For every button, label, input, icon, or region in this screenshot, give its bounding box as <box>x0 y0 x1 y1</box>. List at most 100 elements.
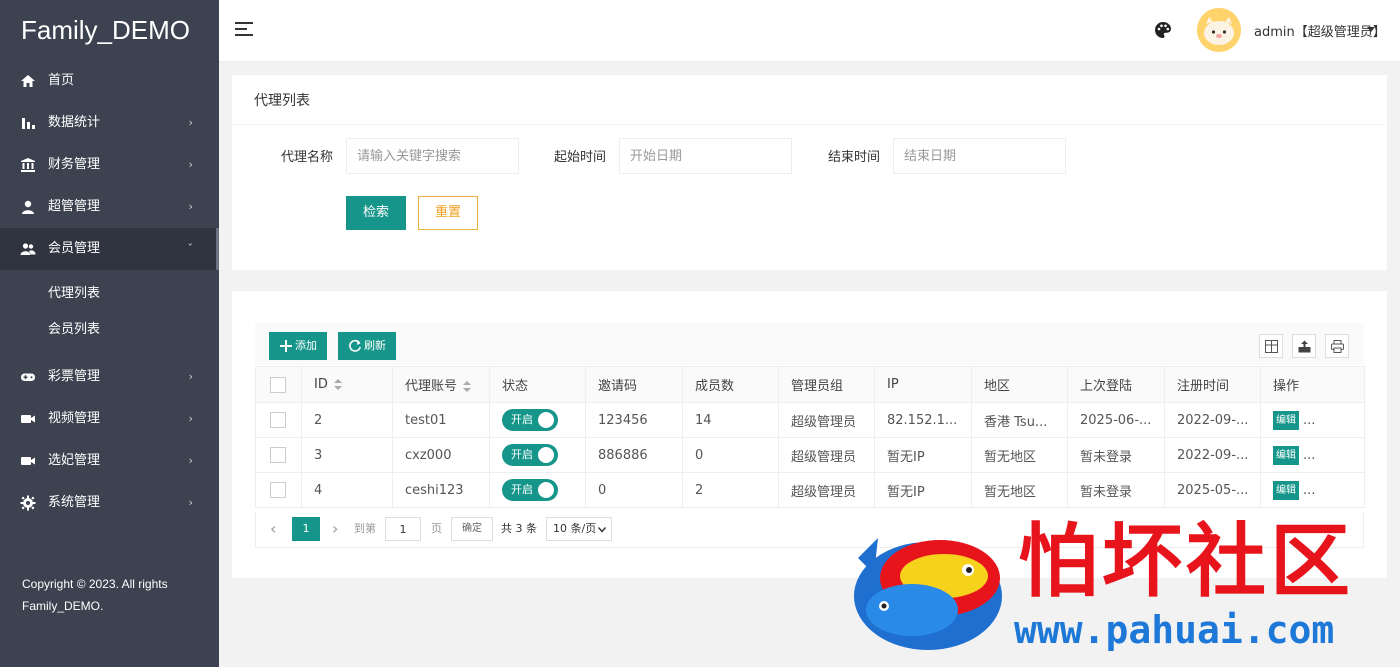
row-checkbox[interactable] <box>270 447 286 463</box>
user-menu[interactable]: admin【超级管理员】 <box>1254 21 1386 40</box>
menu-toggle-icon[interactable] <box>235 22 253 36</box>
sidebar-item-lottery[interactable]: 彩票管理 › <box>0 356 219 398</box>
sidebar-item-stats[interactable]: 数据统计 › <box>0 102 219 144</box>
next-page-button[interactable]: › <box>332 517 338 541</box>
add-button-label: 添加 <box>295 339 317 352</box>
gamepad-icon <box>21 373 35 381</box>
sidebar-subitem-member-list[interactable]: 会员列表 <box>0 312 219 348</box>
sidebar-subitem-agent-list[interactable]: 代理列表 <box>0 276 219 312</box>
watermark: 怕坏社区 www.pahuai.com <box>848 515 1378 666</box>
edit-button[interactable]: 编辑 <box>1273 410 1299 430</box>
cell-invite-code: 0 <box>585 472 683 508</box>
start-date-input[interactable] <box>619 138 792 174</box>
print-icon <box>1331 340 1344 353</box>
chevron-right-icon: › <box>188 412 193 425</box>
card-title: 代理列表 <box>232 75 1387 125</box>
col-header-id[interactable]: ID <box>301 366 393 403</box>
status-toggle[interactable]: 开启 <box>502 444 558 466</box>
bar-chart-icon <box>22 118 35 129</box>
sidebar-item-consort[interactable]: 选妃管理 › <box>0 440 219 482</box>
status-toggle[interactable]: 开启 <box>502 479 558 501</box>
top-header: admin【超级管理员】 <box>219 0 1400 62</box>
status-toggle[interactable]: 开启 <box>502 409 558 431</box>
table-row: 4 ceshi123 开启 0 2 超级管理员 暂无IP 暂无地区 暂未登录 2… <box>255 472 1365 508</box>
row-checkbox[interactable] <box>270 412 286 428</box>
prev-page-button[interactable]: ‹ <box>270 517 276 541</box>
cell-id: 2 <box>301 402 393 438</box>
total-count: 共 3 条 <box>501 522 537 535</box>
cell-last-login: 暂未登录 <box>1067 437 1165 473</box>
select-all-checkbox[interactable] <box>270 376 286 393</box>
edit-button[interactable]: 编辑 <box>1273 480 1299 500</box>
edit-button[interactable]: 编辑 <box>1273 445 1299 465</box>
more-actions[interactable]: ... <box>1303 448 1315 463</box>
table-toolbar: 添加 刷新 <box>255 323 1364 365</box>
search-card: 代理列表 代理名称 起始时间 结束时间 检索 重置 <box>232 75 1387 270</box>
goto-page-input[interactable] <box>385 517 421 541</box>
avatar[interactable] <box>1197 8 1241 52</box>
sidebar-item-video[interactable]: 视频管理 › <box>0 398 219 440</box>
col-header-region: 地区 <box>971 366 1068 403</box>
row-checkbox-cell[interactable] <box>255 437 302 473</box>
cell-group: 超级管理员 <box>778 402 875 438</box>
select-all-checkbox-cell[interactable] <box>255 366 302 403</box>
add-button[interactable]: 添加 <box>269 332 327 360</box>
row-checkbox[interactable] <box>270 482 286 498</box>
print-button[interactable] <box>1325 334 1349 358</box>
col-header-group: 管理员组 <box>778 366 875 403</box>
sidebar-item-finance[interactable]: 财务管理 › <box>0 144 219 186</box>
agent-name-label: 代理名称 <box>281 150 334 165</box>
col-header-members: 成员数 <box>682 366 779 403</box>
gear-icon <box>20 495 36 511</box>
more-actions[interactable]: ... <box>1303 483 1315 498</box>
current-page[interactable]: 1 <box>292 517 320 541</box>
goto-confirm-button[interactable]: 确定 <box>451 517 493 541</box>
col-header-actions: 操作 <box>1260 366 1365 403</box>
more-actions[interactable]: ... <box>1303 413 1315 428</box>
sidebar-item-members[interactable]: 会员管理 ˇ <box>0 228 219 270</box>
plus-icon <box>280 340 292 352</box>
sort-icon[interactable] <box>333 378 342 391</box>
columns-filter-button[interactable] <box>1259 334 1283 358</box>
page-size-select[interactable]: 10 条/页 <box>546 517 612 541</box>
goto-label: 到第 <box>354 522 376 535</box>
palette-icon[interactable] <box>1154 21 1172 39</box>
end-date-input[interactable] <box>893 138 1066 174</box>
user-icon <box>22 200 34 214</box>
col-header-account[interactable]: 代理账号 <box>392 366 490 403</box>
copyright-text: Copyright © 2023. All rights Family_DEMO… <box>22 577 168 613</box>
export-button[interactable] <box>1292 334 1316 358</box>
chevron-right-icon: › <box>188 370 193 383</box>
cell-id: 3 <box>301 437 393 473</box>
sort-icon[interactable] <box>463 380 472 393</box>
video-camera-icon <box>21 415 35 423</box>
refresh-icon <box>349 339 361 352</box>
agent-name-input[interactable] <box>346 138 519 174</box>
bank-icon <box>21 158 35 172</box>
chevron-right-icon: › <box>188 454 193 467</box>
cell-actions: 编辑... <box>1260 402 1365 438</box>
sidebar-item-home[interactable]: 首页 <box>0 60 219 102</box>
sidebar-item-label: 超管管理 <box>48 199 101 214</box>
cell-invite-code: 886886 <box>585 437 683 473</box>
cell-account: test01 <box>392 402 490 438</box>
caret-down-icon[interactable] <box>1367 27 1375 32</box>
row-checkbox-cell[interactable] <box>255 402 302 438</box>
cell-account: ceshi123 <box>392 472 490 508</box>
sidebar-item-system[interactable]: 系统管理 › <box>0 482 219 524</box>
search-button[interactable]: 检索 <box>346 196 406 230</box>
end-time-label: 结束时间 <box>828 150 881 165</box>
sidebar-item-label: 视频管理 <box>48 411 101 426</box>
cell-ip: 暂无IP <box>874 472 972 508</box>
sidebar-item-super-admin[interactable]: 超管管理 › <box>0 186 219 228</box>
cell-actions: 编辑... <box>1260 437 1365 473</box>
agent-table: ID 代理账号 状态 邀请码 成员数 管理员组 IP 地区 上次登陆 注册时间 … <box>255 366 1365 508</box>
cell-last-login: 2025-06-... <box>1067 402 1165 438</box>
reset-button[interactable]: 重置 <box>418 196 478 230</box>
chevron-right-icon: › <box>188 116 193 129</box>
cell-status: 开启 <box>489 472 586 508</box>
col-header-invite-code: 邀请码 <box>585 366 683 403</box>
row-checkbox-cell[interactable] <box>255 472 302 508</box>
refresh-button[interactable]: 刷新 <box>338 332 396 360</box>
cell-account: cxz000 <box>392 437 490 473</box>
